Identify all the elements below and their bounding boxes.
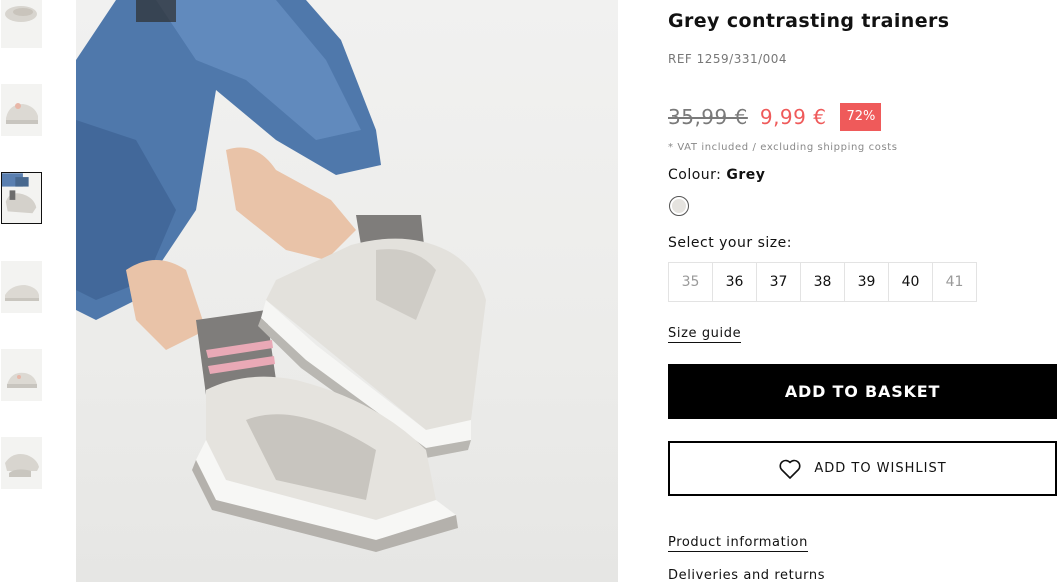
size-option-38[interactable]: 38 <box>800 262 845 302</box>
size-option-36[interactable]: 36 <box>712 262 757 302</box>
thumbnail-3[interactable] <box>1 172 42 224</box>
original-price: 35,99 € <box>668 105 748 129</box>
size-option-41[interactable]: 41 <box>932 262 977 302</box>
add-to-wishlist-button[interactable]: ADD TO WISHLIST <box>668 441 1057 496</box>
colour-row: Colour: Grey <box>668 167 765 183</box>
size-option-37[interactable]: 37 <box>756 262 801 302</box>
price-row: 35,99 € 9,99 € 72% <box>668 102 882 132</box>
size-option-40[interactable]: 40 <box>888 262 933 302</box>
size-selector: 35 36 37 38 39 40 41 <box>668 262 977 302</box>
size-label: Select your size: <box>668 235 792 251</box>
colour-label: Colour: <box>668 167 722 183</box>
thumbnail-6[interactable] <box>1 437 42 489</box>
add-to-wishlist-label: ADD TO WISHLIST <box>814 461 947 476</box>
deliveries-returns-link[interactable]: Deliveries and returns <box>668 568 825 582</box>
vat-note: * VAT included / excluding shipping cost… <box>668 142 898 153</box>
discount-badge: 72% <box>840 103 882 131</box>
size-option-39[interactable]: 39 <box>844 262 889 302</box>
add-to-basket-button[interactable]: ADD TO BASKET <box>668 364 1057 419</box>
thumbnail-4[interactable] <box>1 261 42 313</box>
size-option-35[interactable]: 35 <box>668 262 713 302</box>
colour-value: Grey <box>726 167 766 183</box>
thumbnail-2[interactable] <box>1 84 42 136</box>
heart-icon <box>779 459 801 479</box>
size-guide-link[interactable]: Size guide <box>668 326 742 343</box>
product-information-link[interactable]: Product information <box>668 535 808 552</box>
product-reference: REF 1259/331/004 <box>668 52 788 66</box>
main-product-image <box>76 0 618 582</box>
sale-price: 9,99 € <box>759 105 827 129</box>
thumbnail-1[interactable] <box>1 0 42 48</box>
product-title: Grey contrasting trainers <box>668 10 950 32</box>
thumbnail-5[interactable] <box>1 349 42 401</box>
colour-swatch-grey[interactable] <box>669 196 689 216</box>
